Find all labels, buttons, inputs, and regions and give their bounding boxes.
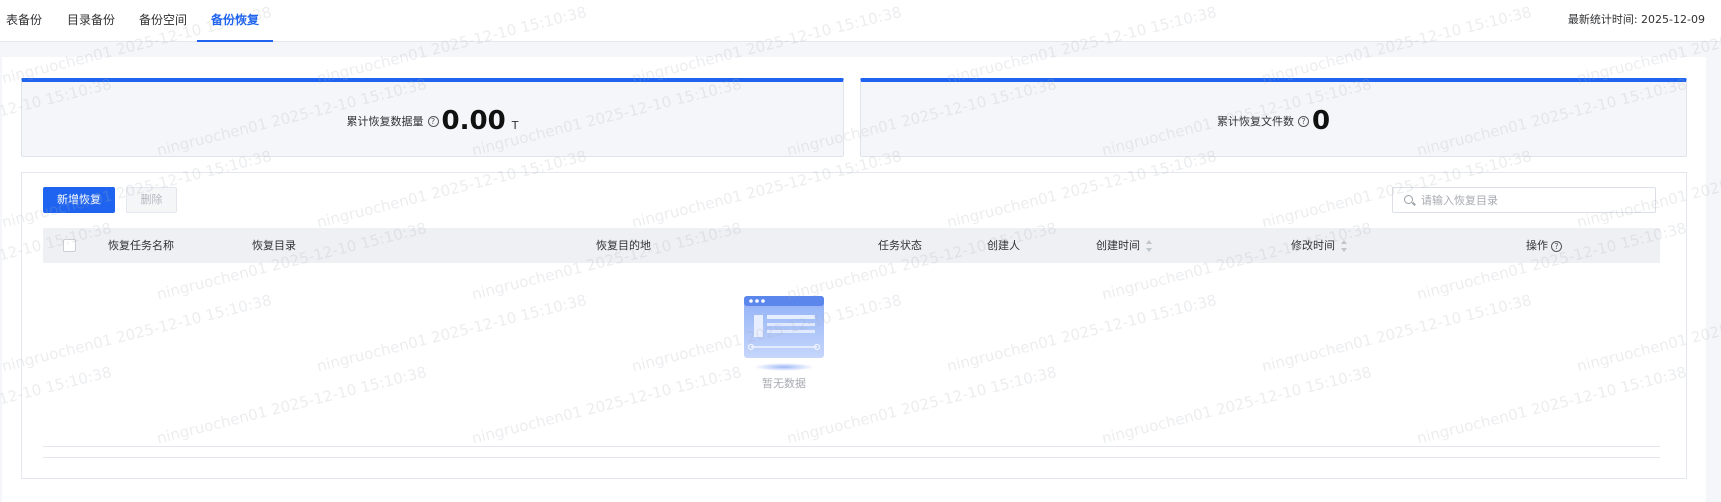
tab-directory-backup[interactable]: 目录备份 (67, 0, 115, 42)
col-created-time[interactable]: 创建时间 (1096, 228, 1152, 263)
table-header: 恢复任务名称 恢复目录 恢复目的地 任务状态 创建人 创建时间 修改时间 操作? (43, 228, 1660, 263)
table-divider (43, 457, 1660, 458)
table-divider (43, 446, 1660, 447)
restore-task-table: 新增恢复 删除 恢复任务名称 恢复目录 恢复目的地 任务状态 创建人 创建时间 … (21, 172, 1687, 479)
card-value: 0 (1311, 106, 1331, 136)
col-task-name: 恢复任务名称 (108, 239, 174, 252)
sort-icon[interactable] (1146, 240, 1152, 252)
card-unit: T (511, 118, 519, 132)
search-input[interactable] (1421, 188, 1647, 212)
help-icon[interactable]: ? (427, 115, 439, 127)
sort-icon[interactable] (1341, 240, 1347, 252)
top-tab-bar: 表备份 目录备份 备份空间 备份恢复 最新统计时间: 2025-12-09 (0, 0, 1721, 42)
restored-files-card: 累计恢复文件数? 0 (860, 78, 1687, 157)
col-creator: 创建人 (987, 239, 1020, 252)
tab-table-backup[interactable]: 表备份 (6, 0, 42, 42)
search-box (1392, 187, 1656, 213)
card-value: 0.00 (441, 106, 506, 136)
help-icon[interactable]: ? (1297, 115, 1309, 127)
tab-backup-restore[interactable]: 备份恢复 (196, 0, 274, 42)
card-label: 累计恢复文件数 (1216, 115, 1294, 128)
empty-state: 暂无数据 (743, 295, 825, 395)
empty-text: 暂无数据 (762, 377, 806, 390)
col-destination: 恢复目的地 (596, 239, 651, 252)
delete-button[interactable]: 删除 (126, 187, 177, 213)
col-task-status: 任务状态 (878, 239, 922, 252)
select-all-checkbox[interactable] (63, 239, 76, 252)
tab-backup-space[interactable]: 备份空间 (139, 0, 187, 42)
restored-data-card: 累计恢复数据量? 0.00 T (21, 78, 844, 157)
col-modified-time-label: 修改时间 (1291, 239, 1335, 252)
card-label: 累计恢复数据量 (346, 115, 424, 128)
col-modified-time[interactable]: 修改时间 (1291, 228, 1347, 263)
add-restore-button[interactable]: 新增恢复 (43, 187, 115, 213)
empty-data-icon (744, 296, 824, 371)
col-actions: 操作? (1526, 228, 1565, 263)
col-actions-label: 操作 (1526, 239, 1548, 252)
col-restore-dir: 恢复目录 (252, 239, 296, 252)
help-icon[interactable]: ? (1551, 240, 1562, 252)
col-created-time-label: 创建时间 (1096, 239, 1140, 252)
search-icon (1404, 195, 1413, 204)
stat-time-label: 最新统计时间: 2025-12-09 (1567, 13, 1705, 26)
main-panel: 累计恢复数据量?0.00T 累计恢复文件数?0 新增恢复 删除 恢复任务名称 恢… (2, 57, 1706, 502)
